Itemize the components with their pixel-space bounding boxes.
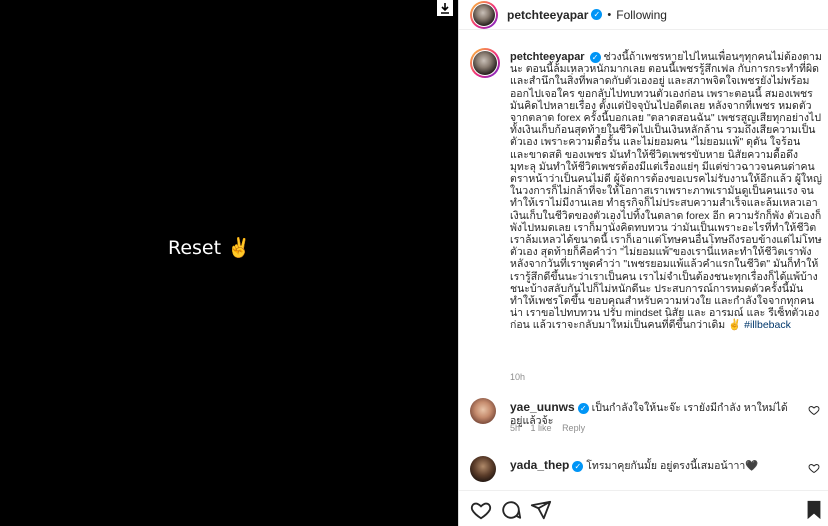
media-text: Reset ✌️ xyxy=(168,237,251,259)
comment-content: yada_thep ✓ โทรมาคุยกันมั้ย อยู่ตรงนี้เสม… xyxy=(510,459,800,473)
post-panel: petchteeyapar ✓ • Following petchteeyapa… xyxy=(458,0,828,526)
post-header: petchteeyapar ✓ • Following xyxy=(459,0,828,30)
like-icon[interactable] xyxy=(470,499,492,521)
caption-avatar[interactable] xyxy=(470,48,500,78)
comment-icon[interactable] xyxy=(500,499,522,521)
commenter-avatar[interactable] xyxy=(470,456,496,482)
caption-text: ช่วงนี้ถ้าเพชรหายไปไหนเพื่อนๆทุกคนไม่ต้อ… xyxy=(510,51,822,332)
comment-item: yae_uunws ✓ เป็นกำลังใจให้นะจ๊ะ เรายังมีก… xyxy=(470,398,822,434)
like-comment-icon[interactable] xyxy=(808,462,820,474)
comment-item: yada_thep ✓ โทรมาคุยกันมั้ย อยู่ตรงนี้เสม… xyxy=(470,456,822,492)
commenter-username[interactable]: yada_thep xyxy=(510,458,569,472)
comment-meta: 5h 1 like Reply xyxy=(510,423,593,433)
hashtag-link[interactable]: #illbeback xyxy=(744,319,791,331)
download-icon[interactable] xyxy=(437,0,453,16)
following-button[interactable]: Following xyxy=(616,8,667,22)
save-icon[interactable] xyxy=(803,499,825,521)
verified-icon: ✓ xyxy=(572,460,584,472)
post-media: Reset ✌️ xyxy=(0,0,458,526)
author-avatar[interactable] xyxy=(470,0,498,29)
caption-body: petchteeyapar ✓ ช่วงนี้ถ้าเพชรหายไปไหนเพื… xyxy=(510,51,822,332)
commenter-avatar[interactable] xyxy=(470,398,496,424)
reply-button[interactable]: Reply xyxy=(562,423,585,433)
verified-icon: ✓ xyxy=(577,402,589,414)
like-comment-icon[interactable] xyxy=(808,404,820,416)
action-bar xyxy=(459,490,828,526)
separator-dot: • xyxy=(607,8,612,21)
share-icon[interactable] xyxy=(530,499,552,521)
comment-text: โทรมาคุยกันมั้ย อยู่ตรงนี้เสมอน้าาา🖤 xyxy=(586,460,759,472)
author-username[interactable]: petchteeyapar xyxy=(507,8,588,22)
comment-time: 5h xyxy=(510,423,521,433)
verified-icon: ✓ xyxy=(591,9,603,20)
comment-likes[interactable]: 1 like xyxy=(531,423,552,433)
post-time: 10h xyxy=(510,372,526,382)
caption-username[interactable]: petchteeyapar xyxy=(510,51,585,63)
verified-icon: ✓ xyxy=(589,51,601,63)
commenter-username[interactable]: yae_uunws xyxy=(510,400,575,414)
